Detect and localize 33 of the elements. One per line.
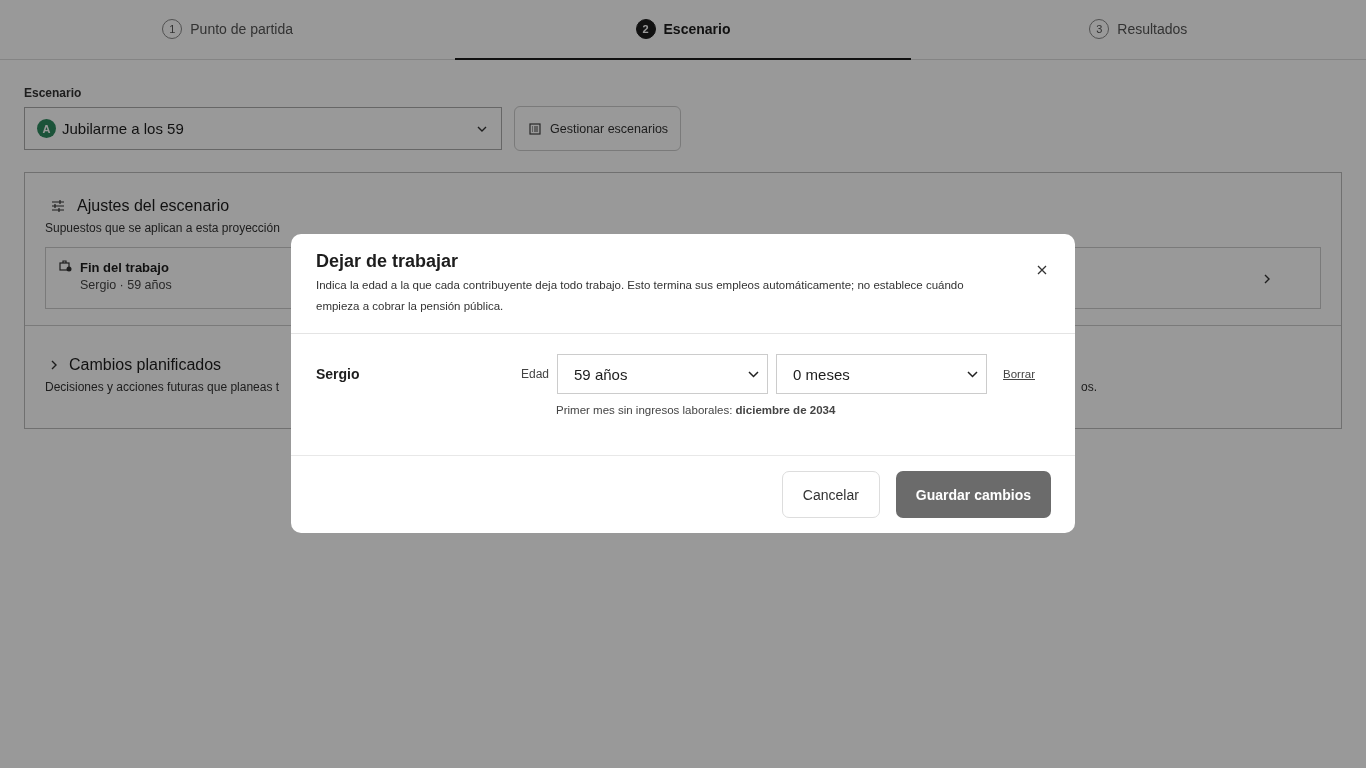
sliders-icon — [51, 200, 65, 212]
section-description: os. — [1081, 380, 1097, 394]
briefcase-icon — [59, 260, 72, 272]
years-select[interactable]: 59 años — [557, 354, 769, 394]
person-name: Sergio — [316, 365, 361, 384]
section-description: Supuestos que se aplican a esta proyección — [45, 221, 281, 235]
step-tab[interactable]: 1 Punto de partida — [0, 0, 456, 60]
section-description: Decisiones y acciones futuras que planeas t — [45, 380, 280, 394]
chevron-down-icon — [477, 125, 487, 132]
scenario-badge: A — [37, 119, 56, 138]
save-button[interactable]: Guardar cambios — [895, 471, 1051, 518]
scenario-select[interactable]: A Jubilarme a los 59 — [24, 107, 502, 150]
chevron-right-icon — [1264, 274, 1270, 284]
close-icon[interactable] — [1037, 265, 1047, 275]
clear-link[interactable]: Borrar — [1003, 368, 1035, 380]
list-icon — [529, 122, 541, 135]
item-subtitle: Sergio · 59 años — [80, 278, 172, 292]
item-title: Fin del trabajo — [80, 260, 169, 275]
manage-scenarios-button[interactable]: Gestionar escenarios — [514, 106, 682, 151]
chevron-down-icon — [967, 370, 979, 378]
chevron-right-icon[interactable] — [51, 360, 57, 370]
note-text: Primer mes sin ingresos laborales: diciembre de 2034 — [556, 404, 837, 416]
chevron-down-icon — [748, 370, 760, 378]
months-select[interactable]: 0 meses — [776, 354, 988, 394]
dialog-description: Indica la edad a la que cada contribuyente deja todo trabajo. Esto termina sus empleos automáticamente; no establece cuándo empieza a cobrar la pensión pública. — [316, 278, 965, 314]
section-title: Ajustes del escenario — [77, 197, 230, 215]
section-title: Cambios planificados — [69, 356, 222, 374]
step-tab[interactable]: 2 Escenario — [455, 0, 911, 60]
field-label: Escenario — [24, 86, 83, 100]
field-label: Edad — [521, 367, 550, 381]
dialog-title: Dejar de trabajar — [316, 251, 460, 272]
cancel-button[interactable]: Cancelar — [781, 471, 880, 518]
step-tab[interactable]: 3 Resultados — [910, 0, 1366, 60]
